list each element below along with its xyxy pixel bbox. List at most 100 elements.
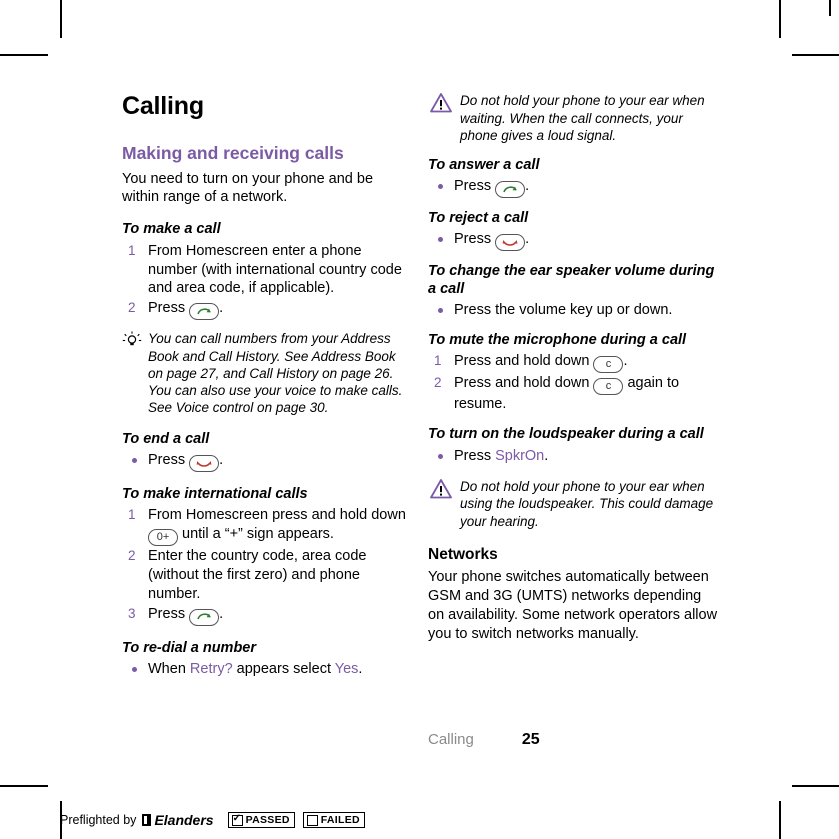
- elanders-logo-icon: [142, 814, 152, 826]
- bullet-text-after: .: [525, 231, 530, 248]
- step-number: 2: [128, 300, 136, 316]
- manual-page: Calling Making and receiving calls You n…: [0, 0, 839, 839]
- step-text-after: until a “+” sign appears.: [178, 526, 334, 543]
- task-heading-to-make-international-calls: To make international calls: [122, 485, 308, 502]
- task-heading-to-change-ear-speaker-volume: To change the ear speaker volume during …: [428, 263, 715, 297]
- step-text-before: Press and hold down: [454, 353, 594, 370]
- preflight-brand: Elanders: [154, 812, 214, 828]
- bullet-text-before: Press: [454, 178, 496, 195]
- list-item: When Retry? appears select Yes.: [122, 660, 412, 679]
- list-item: 1 From Homescreen press and hold down 0+…: [122, 506, 412, 547]
- list-item: 2 Press and hold down c again to resume.: [428, 374, 718, 414]
- preflight-label: Preflighted by: [60, 813, 137, 827]
- step-text-after: .: [623, 353, 628, 370]
- task-heading-to-re-dial-a-number: To re-dial a number: [122, 639, 257, 656]
- bullet-icon: [132, 457, 137, 463]
- list-item: Press .: [428, 230, 718, 252]
- warning-triangle-icon: [430, 93, 452, 113]
- key-label: c: [605, 358, 612, 371]
- step-text-after: .: [219, 605, 224, 622]
- step-number: 3: [128, 605, 136, 621]
- warning-block-ear-waiting: Do not hold your phone to your ear when …: [428, 92, 718, 145]
- bullet-icon: [438, 237, 443, 243]
- task-heading-to-turn-on-loudspeaker: To turn on the loudspeaker during a call: [428, 426, 704, 443]
- warning-text: Do not hold your phone to your ear when …: [460, 93, 705, 144]
- networks-paragraph: Your phone switches automatically betwee…: [428, 569, 718, 642]
- bullet-text-before: When: [148, 661, 190, 678]
- lightbulb-icon: [122, 331, 142, 349]
- call-key-icon: [189, 303, 220, 321]
- list-item: 1 From Homescreen enter a phone number (…: [122, 242, 412, 299]
- step-number: 1: [128, 507, 136, 523]
- warning-triangle-icon: [430, 478, 452, 499]
- key-label: c: [605, 380, 612, 393]
- list-item: 2 Enter the country code, area code (wit…: [122, 547, 412, 604]
- left-column: Calling Making and receiving calls You n…: [122, 92, 412, 680]
- step-text: From Homescreen enter a phone number (wi…: [148, 242, 402, 297]
- step-text-before: From Homescreen press and hold down: [148, 507, 406, 524]
- bullet-text-before: Press: [454, 231, 496, 248]
- clear-key-icon: c: [593, 356, 624, 374]
- list-item: Press the volume key up or down.: [428, 301, 718, 320]
- spkron-label: SpkrOn: [495, 447, 545, 464]
- warning-text: Do not hold your phone to your ear when …: [460, 478, 714, 529]
- task-heading-to-make-a-call: To make a call: [122, 221, 221, 238]
- footer-page-number: 25: [521, 731, 540, 748]
- task-heading-to-reject-a-call: To reject a call: [428, 210, 529, 227]
- preflight-bar: Preflighted by Elanders PASSED FAILED: [60, 812, 373, 828]
- intro-paragraph: You need to turn on your phone and be wi…: [122, 170, 374, 206]
- step-text-after: .: [219, 300, 224, 317]
- page-title: Calling: [122, 92, 204, 120]
- call-key-icon: [189, 608, 220, 626]
- bullet-icon: [438, 453, 443, 459]
- list-item: 2 Press .: [122, 299, 412, 321]
- tip-block: You can call numbers from your Address B…: [122, 330, 412, 416]
- bullet-text-after: .: [544, 447, 549, 464]
- bullet-text-after: .: [219, 451, 224, 468]
- task-heading-to-end-a-call: To end a call: [122, 430, 210, 447]
- subsection-heading-networks: Networks: [428, 546, 498, 564]
- list-item: 1 Press and hold down c.: [428, 352, 718, 374]
- bullet-icon: [438, 184, 443, 190]
- bullet-icon: [438, 308, 443, 314]
- bullet-text-after: .: [358, 661, 363, 678]
- zero-plus-key-icon: 0+: [148, 529, 178, 547]
- task-heading-to-mute-the-microphone: To mute the microphone during a call: [428, 332, 687, 349]
- step-number: 1: [434, 353, 442, 369]
- bullet-text-before: Press: [148, 451, 190, 468]
- section-heading-making-receiving-calls: Making and receiving calls: [122, 143, 344, 163]
- bullet-text-mid: appears select: [232, 661, 335, 678]
- preflight-failed-label: FAILED: [320, 814, 360, 826]
- bullet-text-before: Press: [454, 447, 496, 464]
- checkmark-icon: [231, 813, 243, 826]
- footer-chapter-label: Calling: [428, 731, 474, 748]
- step-number: 2: [128, 548, 136, 564]
- bullet-text-after: .: [525, 178, 530, 195]
- step-text-before: Press and hold down: [454, 375, 594, 392]
- step-text-before: Press: [148, 605, 190, 622]
- list-item: Press .: [428, 177, 718, 199]
- end-call-key-icon: [189, 454, 220, 472]
- list-item: 3 Press .: [122, 605, 412, 626]
- clear-key-icon: c: [593, 378, 624, 396]
- end-call-key-icon: [495, 234, 526, 252]
- list-item: Press .: [122, 451, 412, 472]
- tip-text: You can call numbers from your Address B…: [148, 331, 403, 416]
- key-label: 0+: [156, 531, 170, 544]
- step-number: 2: [434, 375, 442, 391]
- page-footer: Calling 25: [428, 731, 740, 749]
- empty-checkbox-icon: [306, 814, 318, 826]
- call-key-icon: [495, 181, 526, 199]
- yes-label: Yes: [334, 661, 359, 678]
- preflight-passed-label: PASSED: [245, 814, 290, 826]
- warning-block-loudspeaker: Do not hold your phone to your ear when …: [428, 478, 718, 531]
- preflight-failed-box: FAILED: [302, 812, 365, 828]
- bullet-icon: [132, 667, 137, 673]
- step-number: 1: [128, 242, 136, 258]
- step-text-before: Press: [148, 300, 190, 317]
- preflight-passed-box: PASSED: [227, 812, 295, 828]
- list-item: Press SpkrOn.: [428, 447, 718, 466]
- retry-label: Retry?: [189, 661, 233, 678]
- step-text: Enter the country code, area code (witho…: [148, 548, 367, 602]
- bullet-text: Press the volume key up or down.: [454, 302, 673, 319]
